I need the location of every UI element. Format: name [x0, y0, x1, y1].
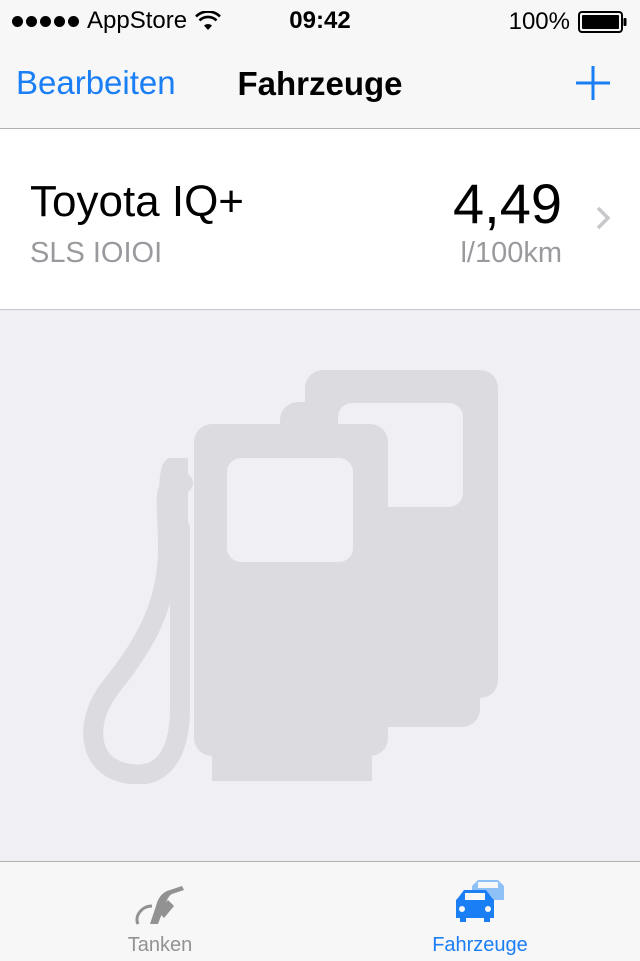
plus-icon [576, 66, 610, 100]
add-vehicle-button[interactable] [574, 64, 612, 102]
battery-icon [578, 11, 627, 33]
status-right: 100% [509, 8, 628, 36]
page-title: Fahrzeuge [237, 65, 403, 102]
vehicle-consumption-unit: l/100km [460, 237, 562, 269]
tab-fahrzeuge[interactable]: Fahrzeuge [320, 862, 640, 961]
vehicle-list-item[interactable]: Toyota IQ+ SLS IOIOI 4,49 l/100km [0, 129, 640, 310]
tab-tanken[interactable]: Tanken [0, 862, 320, 961]
tab-label-fahrzeuge: Fahrzeuge [432, 934, 528, 956]
navigation-bar: Bearbeiten Fahrzeuge [0, 40, 640, 129]
battery-percentage: 100% [508, 8, 570, 35]
tab-bar: Tanken Fahrzeuge [0, 861, 640, 961]
vehicle-consumption-value: 4,49 [453, 172, 562, 235]
cars-icon [456, 880, 504, 922]
status-bar: AppStore 09:42 100% [0, 0, 640, 40]
fuel-pumps-icon [83, 370, 498, 784]
tab-label-tanken: Tanken [127, 934, 193, 956]
chevron-right-icon [596, 206, 610, 230]
fuel-nozzle-icon [135, 886, 184, 925]
vehicle-license-plate: SLS IOIOI [30, 237, 163, 269]
vehicle-name: Toyota IQ+ [30, 177, 245, 226]
